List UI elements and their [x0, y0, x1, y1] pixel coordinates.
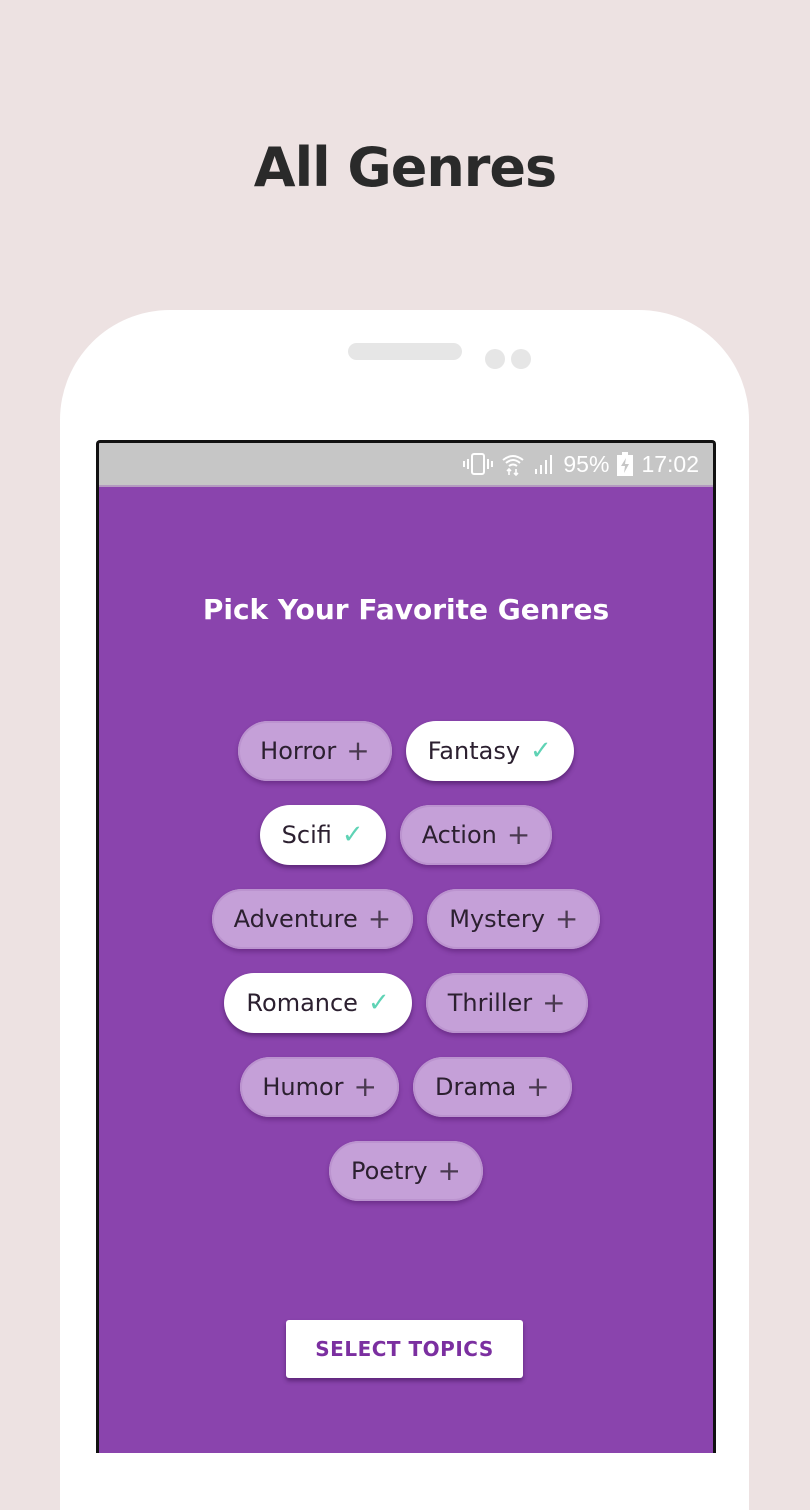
wifi-icon [501, 452, 525, 476]
genre-chip[interactable]: Action + [399, 805, 553, 865]
plus-icon: + [367, 902, 392, 935]
clock: 17:02 [641, 450, 699, 477]
check-icon: ✓ [367, 988, 390, 1018]
screen-title: Pick Your Favorite Genres [202, 593, 610, 626]
genre-label: Drama [435, 1073, 517, 1101]
genre-chip[interactable]: Mystery + [427, 889, 601, 949]
select-topics-button[interactable]: SELECT TOPICS [286, 1320, 523, 1378]
genre-chip[interactable]: Horror + [238, 721, 392, 781]
plus-icon: + [526, 1070, 550, 1103]
genre-chip[interactable]: Adventure + [211, 889, 414, 949]
genre-label: Fantasy [427, 737, 521, 765]
genre-chip[interactable]: Fantasy ✓ [405, 721, 574, 781]
plus-icon: + [346, 734, 370, 767]
battery-percent: 95% [563, 450, 610, 477]
check-icon: ✓ [341, 820, 364, 850]
genre-chip[interactable]: Scifi ✓ [259, 805, 386, 865]
genre-chip[interactable]: Poetry + [328, 1141, 483, 1201]
genre-chip-group: Horror + Fantasy ✓ Scifi ✓ Action + Adventur… [99, 721, 713, 1225]
front-camera [485, 349, 505, 369]
plus-icon: + [437, 1154, 461, 1187]
plus-icon: + [554, 902, 579, 935]
genre-chip[interactable]: Drama + [413, 1057, 572, 1117]
check-icon: ✓ [530, 736, 552, 766]
plus-icon: + [542, 986, 566, 1019]
genre-label: Horror [260, 737, 337, 765]
genre-chip[interactable]: Romance ✓ [224, 973, 412, 1033]
genre-label: Humor [262, 1073, 344, 1101]
battery-charging-icon [617, 452, 634, 476]
genre-label: Romance [246, 989, 358, 1017]
status-bar: 95% 17:02 [99, 443, 713, 487]
genre-label: Scifi [281, 821, 332, 849]
phone-screen: 95% 17:02 Pick Your Favorite Genres Horr… [96, 440, 716, 1453]
genre-label: Poetry [350, 1157, 428, 1185]
sensor [511, 349, 531, 369]
speaker-grille [348, 343, 462, 360]
vibrate-icon [463, 453, 494, 475]
genre-label: Mystery [449, 905, 545, 933]
plus-icon: + [506, 818, 531, 851]
plus-icon: + [353, 1070, 378, 1103]
genre-chip[interactable]: Humor + [240, 1057, 400, 1117]
genre-chip[interactable]: Thriller + [425, 973, 588, 1033]
signal-icon [533, 453, 555, 475]
genre-label: Adventure [233, 905, 358, 933]
headline: All Genres [253, 136, 557, 199]
genre-label: Thriller [447, 989, 533, 1017]
genre-label: Action [421, 821, 497, 849]
